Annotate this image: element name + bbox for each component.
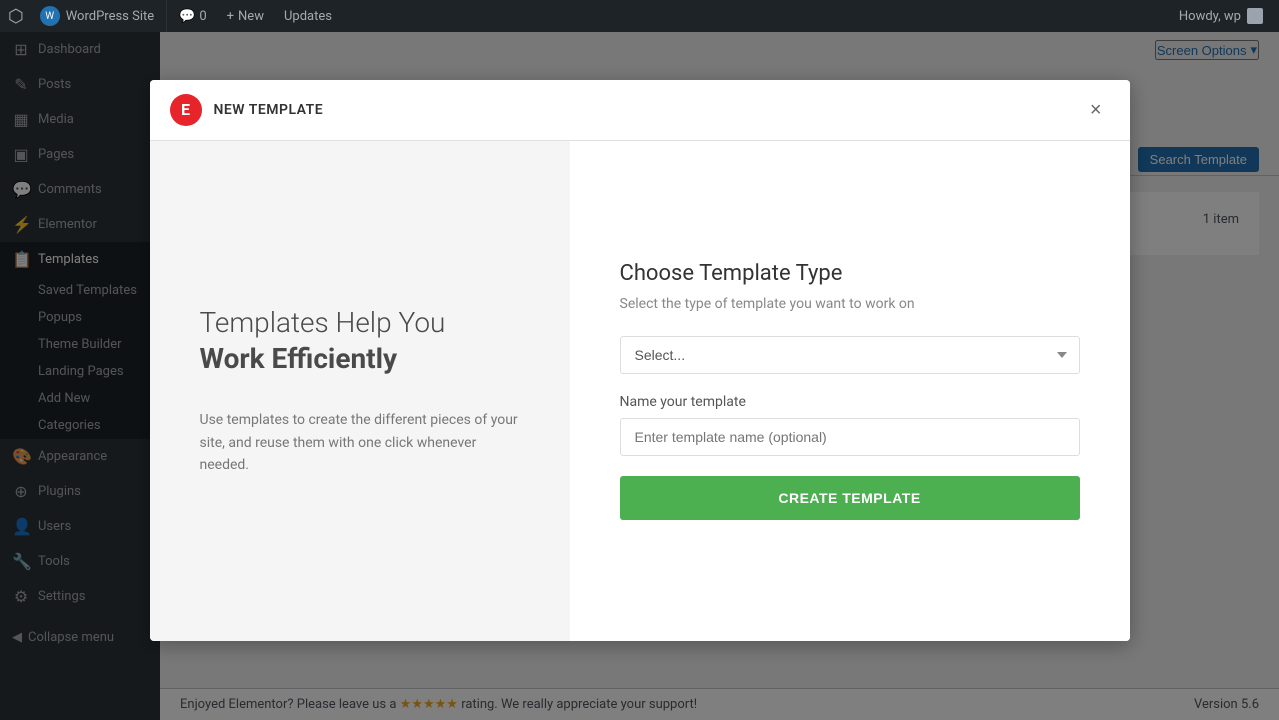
form-subtitle: Select the type of template you want to … (620, 296, 1080, 312)
updates-link[interactable]: Updates (276, 0, 340, 32)
site-link[interactable]: W WordPress Site (32, 6, 162, 26)
admin-bar: ⬡ W WordPress Site 💬 0 + New Updates How… (0, 0, 1279, 32)
elementor-logo-letter: E (181, 100, 190, 119)
new-template-modal: E NEW TEMPLATE × Templates Help You Work… (150, 80, 1130, 641)
form-title: Choose Template Type (620, 261, 1080, 286)
comment-icon: 💬 (179, 9, 195, 24)
modal-close-button[interactable]: × (1082, 96, 1110, 124)
template-name-label: Name your template (620, 394, 1080, 410)
heading-bold-text: Work Efficiently (200, 341, 520, 377)
separator (166, 0, 167, 32)
comments-link[interactable]: 💬 0 (171, 0, 215, 32)
modal-overlay[interactable]: E NEW TEMPLATE × Templates Help You Work… (0, 0, 1279, 720)
template-type-select[interactable]: Select... Page Section Landing Page Popu… (620, 336, 1080, 374)
new-label: New (238, 9, 264, 24)
create-template-button[interactable]: CREATE TEMPLATE (620, 476, 1080, 520)
avatar (1247, 8, 1263, 24)
heading-light-text: Templates Help You (200, 306, 446, 339)
site-name: WordPress Site (66, 9, 154, 24)
template-type-group: Select... Page Section Landing Page Popu… (620, 336, 1080, 374)
modal-left-panel: Templates Help You Work Efficiently Use … (150, 141, 570, 641)
add-new-link[interactable]: + New (219, 0, 272, 32)
modal-left-heading: Templates Help You Work Efficiently (200, 305, 520, 378)
updates-label: Updates (284, 9, 332, 24)
user-menu[interactable]: Howdy, wp (1171, 8, 1271, 24)
template-name-group: Name your template (620, 394, 1080, 456)
modal-header: E NEW TEMPLATE × (150, 80, 1130, 141)
plus-icon: + (227, 9, 234, 24)
modal-left-description: Use templates to create the different pi… (200, 409, 520, 476)
wp-logo-icon[interactable]: ⬡ (8, 6, 24, 27)
modal-title: NEW TEMPLATE (214, 102, 324, 118)
site-icon: W (40, 6, 60, 26)
elementor-modal-logo: E (170, 94, 202, 126)
comments-count: 0 (199, 9, 206, 24)
modal-right-panel: Choose Template Type Select the type of … (570, 141, 1130, 641)
modal-body: Templates Help You Work Efficiently Use … (150, 141, 1130, 641)
template-name-input[interactable] (620, 418, 1080, 456)
howdy-label: Howdy, wp (1179, 9, 1241, 24)
